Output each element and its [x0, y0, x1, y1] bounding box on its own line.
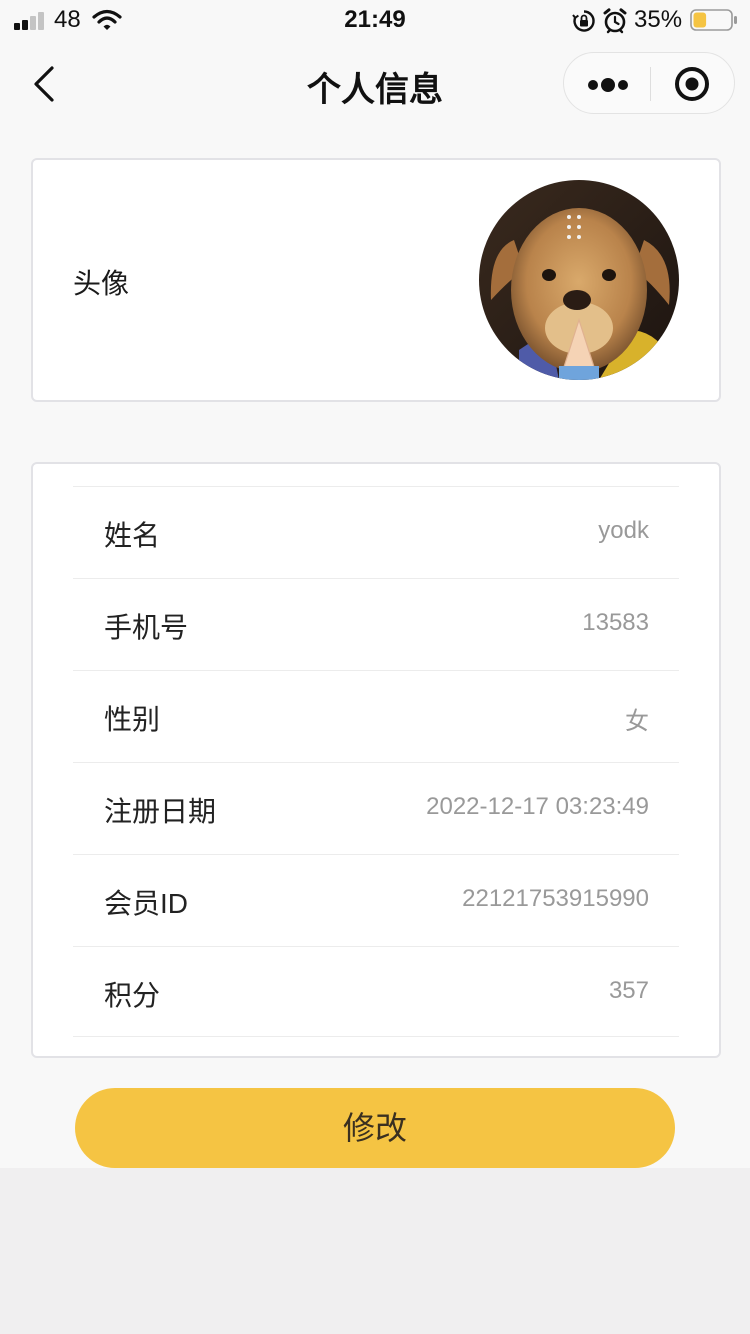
info-row-points: 积分 357 — [73, 947, 679, 1037]
register-date-label: 注册日期 — [104, 796, 217, 827]
gender-value: 女 — [625, 708, 649, 735]
info-card: 姓名 yodk 手机号 13583 性别 女 注册日期 2022-12-17 0… — [31, 462, 721, 1058]
avatar[interactable] — [479, 180, 679, 380]
points-label: 积分 — [104, 980, 161, 1011]
register-date-value: 2022-12-17 03:23:49 — [426, 793, 649, 820]
alarm-icon — [603, 8, 627, 34]
more-icon[interactable] — [564, 53, 650, 115]
info-row-register-date: 注册日期 2022-12-17 03:23:49 — [73, 763, 679, 855]
avatar-photo — [479, 180, 679, 380]
info-row-member-id: 会员ID 22121753915990 — [73, 855, 679, 947]
info-row-gender: 性别 女 — [73, 671, 679, 763]
phone-label: 手机号 — [104, 612, 189, 643]
battery-percent: 35% — [634, 6, 683, 33]
rotation-lock-icon — [572, 10, 595, 32]
name-label: 姓名 — [104, 520, 161, 551]
avatar-label: 头像 — [73, 268, 130, 299]
gender-label: 性别 — [104, 704, 161, 735]
menu-capsule — [563, 52, 735, 114]
info-row-name: 姓名 yodk — [73, 487, 679, 579]
phone-value: 13583 — [582, 609, 649, 636]
close-target-icon[interactable] — [651, 53, 735, 115]
member-id-label: 会员ID — [104, 888, 189, 919]
member-id-value: 22121753915990 — [462, 885, 649, 912]
info-list: 姓名 yodk 手机号 13583 性别 女 注册日期 2022-12-17 0… — [73, 486, 679, 1037]
points-value: 357 — [608, 977, 649, 1004]
info-row-phone: 手机号 13583 — [73, 579, 679, 671]
name-value: yodk — [598, 517, 649, 544]
edit-button[interactable]: 修改 — [75, 1088, 675, 1168]
back-icon[interactable] — [28, 64, 62, 104]
avatar-card[interactable]: 头像 — [31, 158, 721, 402]
status-bar: 48 21:49 35% — [0, 0, 750, 42]
battery-icon — [690, 9, 737, 31]
